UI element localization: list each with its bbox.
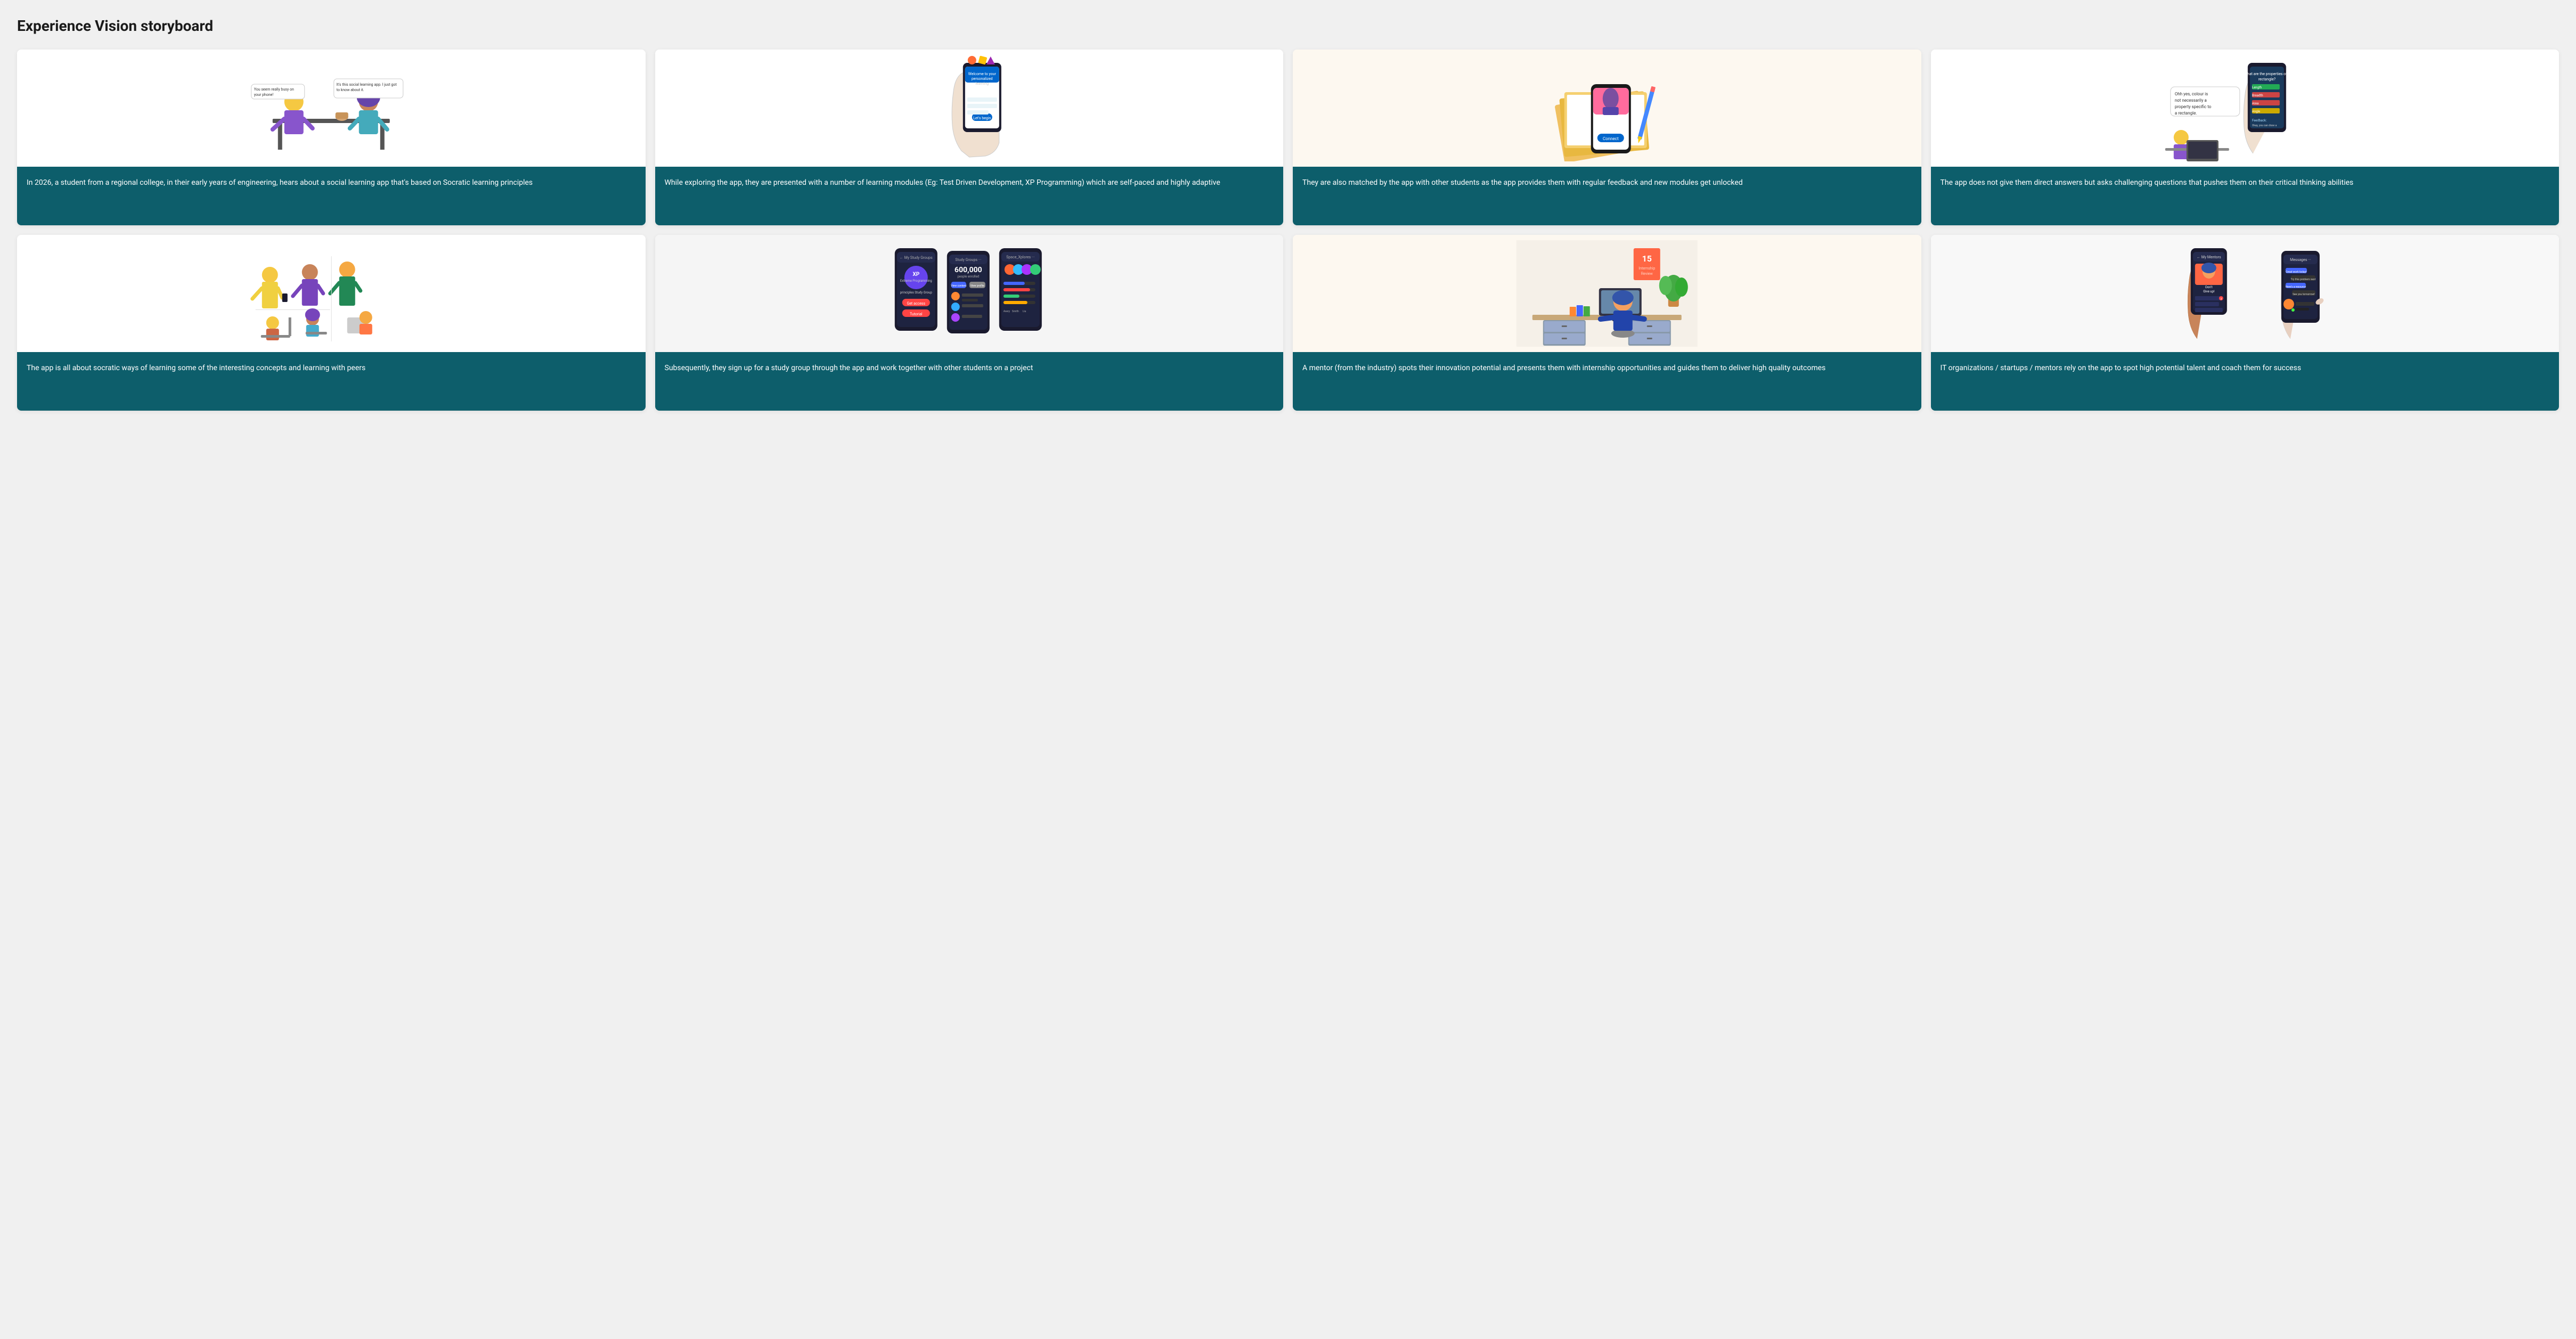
card-4-image: What are the properties of a rectangle? … <box>1931 50 2559 167</box>
svg-text:600,000: 600,000 <box>954 266 982 274</box>
svg-text:rectangle?: rectangle? <box>2258 77 2276 81</box>
svg-text:property specific to: property specific to <box>2174 104 2211 109</box>
card-6: ← My Study Groups XP Extreme Programming… <box>655 235 1284 411</box>
svg-text:not necessarily a: not necessarily a <box>2174 98 2206 103</box>
card-6-text: Subsequently, they sign up for a study g… <box>655 352 1284 411</box>
svg-text:Connect: Connect <box>1603 136 1619 141</box>
svg-text:Breadth: Breadth <box>2252 94 2263 97</box>
svg-text:Ohh yes, colour is: Ohh yes, colour is <box>2174 92 2207 96</box>
svg-text:Angle: Angle <box>2252 110 2260 113</box>
svg-text:Smith: Smith <box>1012 310 1018 313</box>
svg-text:Let's begin: Let's begin <box>973 116 991 120</box>
svg-text:You seem really busy on: You seem really busy on <box>254 87 294 92</box>
svg-text:Messages ···: Messages ··· <box>2290 258 2311 262</box>
svg-text:View profile: View profile <box>970 284 984 288</box>
svg-text:Space_Xplores ···: Space_Xplores ··· <box>1006 255 1034 259</box>
svg-text:Review: Review <box>1641 272 1653 276</box>
svg-text:See you tomorrow!: See you tomorrow! <box>2292 293 2314 296</box>
svg-text:Welcome to your: Welcome to your <box>968 72 996 76</box>
card-4-text: The app does not give them direct answer… <box>1931 167 2559 225</box>
card-3: Connect They are also matched by the app… <box>1293 50 1921 225</box>
svg-text:principles Study Group: principles Study Group <box>900 291 932 295</box>
svg-text:to know about it.: to know about it. <box>337 88 364 92</box>
card-2-image: Welcome to your personalized learning Le… <box>655 50 1284 167</box>
card-7-image: 15 Internship Review <box>1293 235 1921 352</box>
svg-text:Extreme Programming: Extreme Programming <box>900 279 932 283</box>
card-7: 15 Internship Review <box>1293 235 1921 411</box>
svg-text:Liu: Liu <box>1022 310 1026 313</box>
card-5: The app is all about socratic ways of le… <box>17 235 646 411</box>
svg-text:It's this social learning app.: It's this social learning app. I just go… <box>337 83 397 87</box>
card-1: You seem really busy on your phone! It's… <box>17 50 646 225</box>
svg-text:personalized: personalized <box>971 77 992 81</box>
card-8-text: IT organizations / startups / mentors re… <box>1931 352 2559 411</box>
card-5-text: The app is all about socratic ways of le… <box>17 352 646 411</box>
svg-text:Try this problem next: Try this problem next <box>2290 278 2316 281</box>
svg-text:Length: Length <box>2252 86 2261 89</box>
svg-text:3: 3 <box>2220 298 2222 301</box>
svg-text:Area: Area <box>2252 102 2258 105</box>
card-2-text: While exploring the app, they are presen… <box>655 167 1284 225</box>
svg-text:Don't: Don't <box>2205 285 2212 289</box>
card-6-image: ← My Study Groups XP Extreme Programming… <box>655 235 1284 352</box>
svg-text:XP: XP <box>912 272 919 277</box>
svg-text:View content: View content <box>951 284 966 288</box>
storyboard-grid: You seem really busy on your phone! It's… <box>17 50 2559 411</box>
svg-text:Get access: Get access <box>907 301 925 306</box>
card-8: ← My Mentors Don't Give up! 3 <box>1931 235 2559 411</box>
svg-text:← My Mentors: ← My Mentors <box>2196 255 2221 259</box>
svg-text:Avery: Avery <box>1003 310 1010 313</box>
card-4: What are the properties of a rectangle? … <box>1931 50 2559 225</box>
svg-text:Here's a resource: Here's a resource <box>2285 285 2306 289</box>
svg-text:your phone!: your phone! <box>254 93 274 97</box>
svg-text:Feedback:: Feedback: <box>2252 119 2267 123</box>
svg-text:Study Groups ···: Study Groups ··· <box>955 258 981 262</box>
card-2: Welcome to your personalized learning Le… <box>655 50 1284 225</box>
card-1-text: In 2026, a student from a regional colle… <box>17 167 646 225</box>
svg-text:learning: learning <box>975 81 989 86</box>
svg-text:15: 15 <box>1642 254 1652 264</box>
svg-text:people enrolled: people enrolled <box>957 275 979 279</box>
card-3-image: Connect <box>1293 50 1921 167</box>
card-7-text: A mentor (from the industry) spots their… <box>1293 352 1921 411</box>
page-title: Experience Vision storyboard <box>17 17 2559 35</box>
svg-text:Great work today!: Great work today! <box>2286 271 2306 274</box>
card-8-image: ← My Mentors Don't Give up! 3 <box>1931 235 2559 352</box>
svg-text:Internship: Internship <box>1638 266 1655 271</box>
svg-text:What are the properties of a: What are the properties of a <box>2244 72 2290 76</box>
svg-text:← My Study Groups: ← My Study Groups <box>899 256 932 260</box>
card-3-text: They are also matched by the app with ot… <box>1293 167 1921 225</box>
svg-text:a rectangle.: a rectangle. <box>2174 111 2197 116</box>
svg-text:Okay, you can draw a: Okay, you can draw a <box>2252 124 2277 127</box>
card-5-image <box>17 235 646 352</box>
svg-text:Give up!: Give up! <box>2203 290 2215 293</box>
svg-text:Tutorial: Tutorial <box>909 312 922 316</box>
card-1-image: You seem really busy on your phone! It's… <box>17 50 646 167</box>
